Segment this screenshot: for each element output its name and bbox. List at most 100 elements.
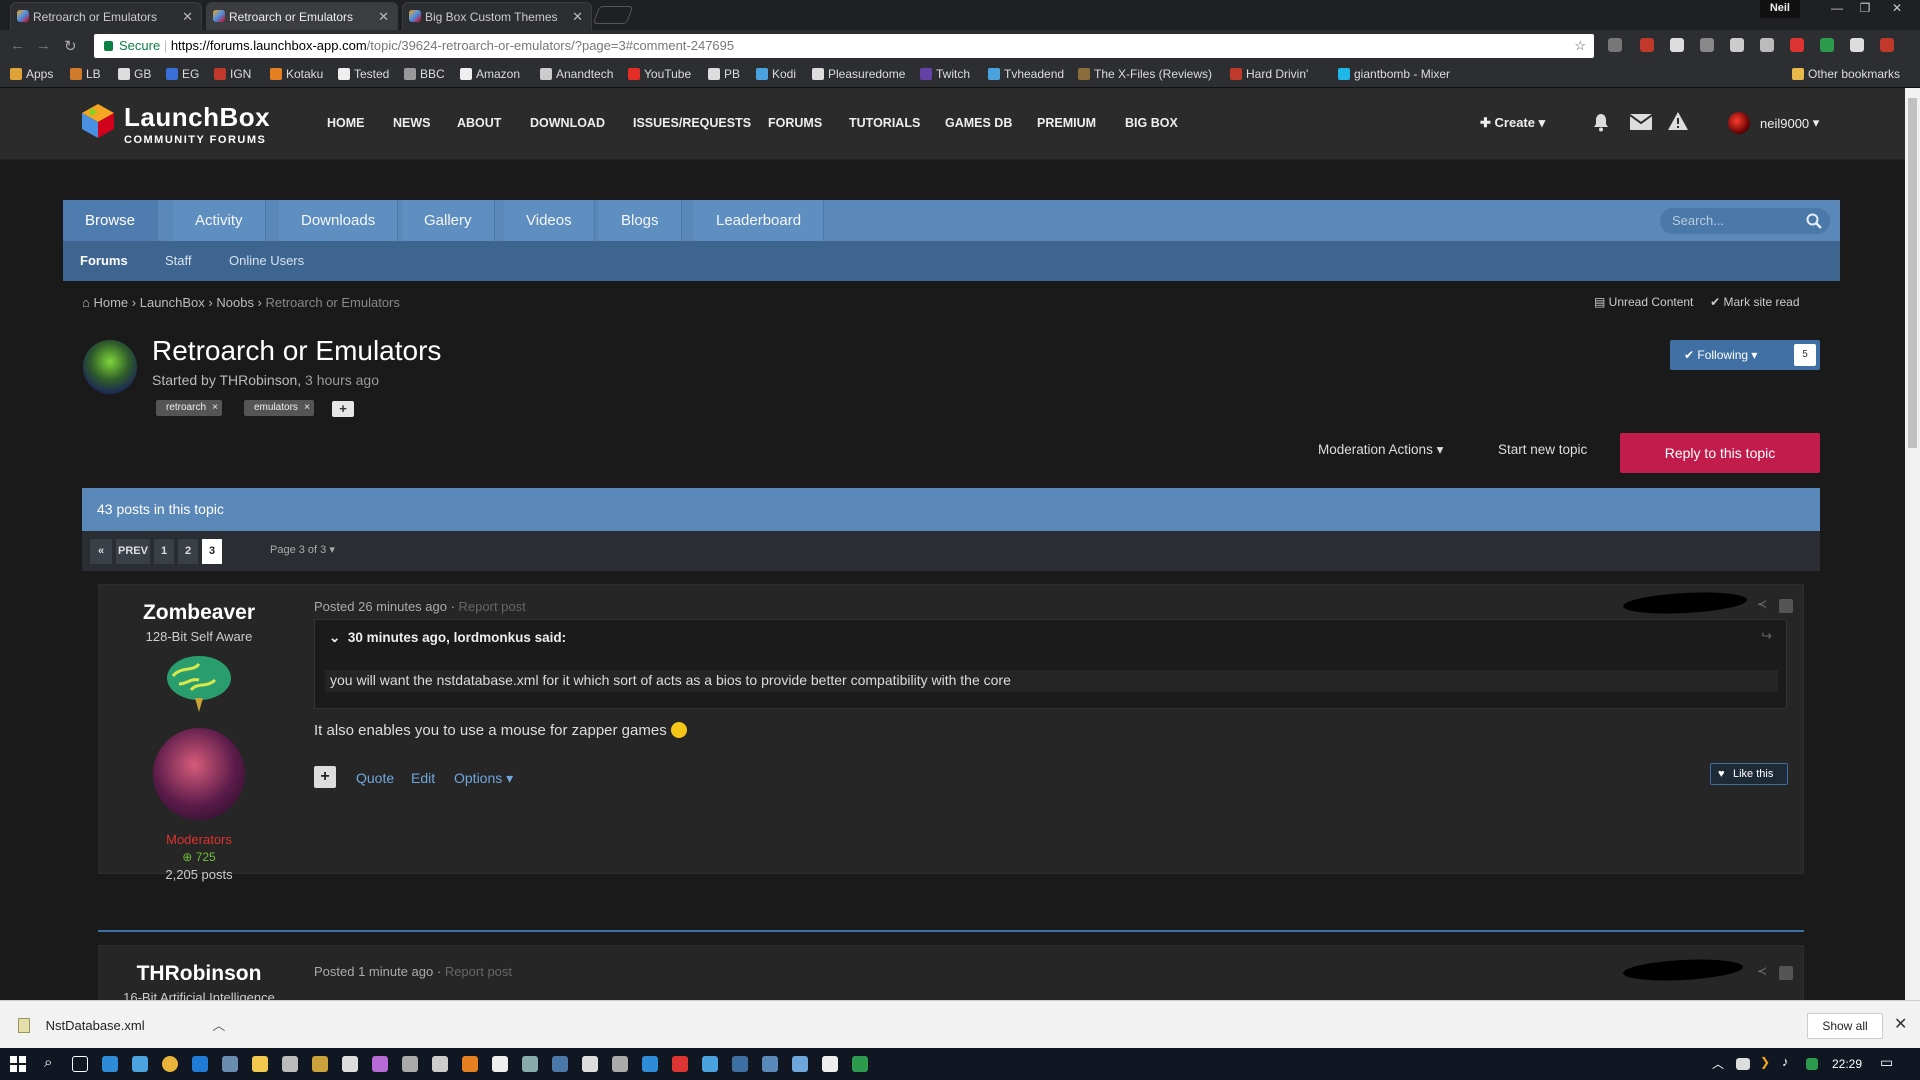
breadcrumb-noobs[interactable]: Noobs	[216, 295, 254, 310]
browser-tab[interactable]: Big Box Custom Themes ✕	[402, 2, 592, 30]
address-bar[interactable]: Secure | https://forums.launchbox-app.co…	[94, 34, 1594, 58]
bookmark[interactable]: YouTube	[628, 67, 691, 81]
nav-forums[interactable]: FORUMS	[768, 116, 822, 130]
browser-tab[interactable]: Retroarch or Emulators ✕	[10, 2, 202, 30]
close-tab-icon[interactable]: ✕	[182, 9, 193, 25]
messages-envelope-icon[interactable]	[1630, 114, 1652, 130]
remove-tag-icon[interactable]: ×	[212, 400, 218, 416]
bookmark[interactable]: Tested	[338, 67, 389, 81]
nav-tutorials[interactable]: TUTORIALS	[849, 116, 920, 130]
chrome-icon[interactable]	[162, 1056, 178, 1072]
page-button[interactable]: 2	[178, 539, 198, 564]
bookmark[interactable]: Kotaku	[270, 67, 323, 81]
multiquote-plus-button[interactable]: +	[314, 766, 336, 788]
close-tab-icon[interactable]: ✕	[572, 9, 583, 25]
app-icon[interactable]	[732, 1056, 748, 1072]
nav-games-db[interactable]: GAMES DB	[945, 116, 1012, 130]
bookmark[interactable]: EG	[166, 67, 199, 81]
app-icon[interactable]	[762, 1056, 778, 1072]
close-tab-icon[interactable]: ✕	[378, 9, 389, 25]
subtab-staff[interactable]: Staff	[165, 253, 192, 268]
nav-big-box[interactable]: BIG BOX	[1125, 116, 1178, 130]
user-menu[interactable]: neil9000 ▾	[1728, 112, 1819, 134]
forward-icon[interactable]: →	[36, 37, 51, 54]
extension-icon[interactable]	[1608, 38, 1622, 52]
steam-icon[interactable]	[222, 1056, 238, 1072]
bookmark[interactable]: GB	[118, 67, 151, 81]
calendar-extension-icon[interactable]	[1790, 38, 1804, 52]
app-icon[interactable]	[672, 1056, 688, 1072]
close-downloads-icon[interactable]: ✕	[1894, 1014, 1907, 1034]
tab-leaderboard[interactable]: Leaderboard	[694, 200, 825, 241]
app-icon[interactable]	[342, 1056, 358, 1072]
author-name[interactable]: Zombeaver	[99, 601, 299, 625]
action-center-icon[interactable]: ▭	[1880, 1054, 1893, 1071]
extension-icon[interactable]	[1760, 38, 1774, 52]
launchbox-app-icon[interactable]	[132, 1056, 148, 1072]
app-icon[interactable]	[582, 1056, 598, 1072]
file-explorer-icon[interactable]	[252, 1056, 268, 1072]
app-icon[interactable]	[372, 1056, 388, 1072]
nav-issues[interactable]: ISSUES/REQUESTS	[633, 116, 751, 130]
post-select-checkbox[interactable]	[1779, 966, 1793, 980]
edit-button[interactable]: Edit	[411, 770, 435, 786]
quote-link-icon[interactable]: ↪	[1761, 628, 1772, 644]
search-icon[interactable]: ⌕	[44, 1054, 52, 1071]
chevron-up-icon[interactable]: ︿	[212, 1018, 225, 1033]
report-post-link[interactable]: Report post	[459, 599, 526, 614]
bookmark[interactable]: The X-Files (Reviews)	[1078, 67, 1212, 81]
edge-icon[interactable]	[192, 1056, 208, 1072]
author-avatar[interactable]	[153, 728, 245, 820]
bookmark-folder[interactable]: Other bookmarks	[1792, 67, 1900, 81]
close-window-icon[interactable]: ✕	[1884, 0, 1910, 18]
following-button[interactable]: ✔ Following ▾ 5	[1670, 340, 1820, 370]
page-jump-dropdown[interactable]: Page 3 of 3 ▾	[270, 543, 335, 556]
tab-downloads[interactable]: Downloads	[279, 200, 399, 241]
app-icon[interactable]	[522, 1056, 538, 1072]
tag-emulators[interactable]: emulators ×	[244, 400, 314, 416]
app-icon[interactable]	[552, 1056, 568, 1072]
gmail-extension-icon[interactable]	[1640, 38, 1654, 52]
add-tag-button[interactable]: +	[332, 401, 354, 417]
breadcrumb-launchbox[interactable]: LaunchBox	[140, 295, 205, 310]
moderation-actions-button[interactable]: Moderation Actions ▾	[1318, 442, 1443, 458]
tab-activity[interactable]: Activity	[173, 200, 266, 241]
network-icon[interactable]	[1736, 1058, 1750, 1070]
create-button[interactable]: ✚ Create ▾	[1480, 115, 1545, 131]
start-new-topic-button[interactable]: Start new topic	[1498, 442, 1587, 457]
search-input[interactable]: Search...	[1660, 208, 1830, 234]
back-icon[interactable]: ←	[10, 37, 25, 54]
tray-app-icon[interactable]: ❯	[1760, 1055, 1770, 1069]
bookmark[interactable]: giantbomb - Mixer	[1338, 67, 1450, 81]
nav-premium[interactable]: PREMIUM	[1037, 116, 1096, 130]
launchbox-logo[interactable]: LaunchBox COMMUNITY FORUMS	[80, 102, 270, 146]
store-icon[interactable]	[282, 1056, 298, 1072]
prev-page-button[interactable]: PREV	[116, 539, 150, 564]
browser-tab-active[interactable]: Retroarch or Emulators ✕	[206, 2, 398, 30]
report-post-link[interactable]: Report post	[445, 964, 512, 979]
extension-icon[interactable]	[1730, 38, 1744, 52]
tab-gallery[interactable]: Gallery	[402, 200, 495, 241]
drive-tray-icon[interactable]	[1806, 1058, 1818, 1070]
nav-about[interactable]: ABOUT	[457, 116, 501, 130]
collapse-quote-icon[interactable]: ⌄	[329, 630, 340, 645]
extension-icon[interactable]	[1850, 38, 1864, 52]
page-scrollbar[interactable]	[1905, 88, 1920, 1000]
topic-author-avatar[interactable]	[83, 340, 137, 394]
author-name[interactable]: THRobinson	[99, 962, 299, 986]
tab-blogs[interactable]: Blogs	[599, 200, 682, 241]
nav-news[interactable]: NEWS	[393, 116, 431, 130]
nav-download[interactable]: DOWNLOAD	[530, 116, 605, 130]
bookmark[interactable]: Hard Drivin'	[1230, 67, 1308, 81]
first-page-icon[interactable]: «	[90, 539, 112, 564]
download-item[interactable]: NstDatabase.xml ︿	[18, 1015, 225, 1034]
bookmark[interactable]: PB	[708, 67, 740, 81]
nav-home[interactable]: HOME	[327, 116, 365, 130]
tray-chevron-icon[interactable]: ︿	[1712, 1055, 1724, 1072]
search-icon[interactable]	[1806, 213, 1822, 229]
bookmark[interactable]: IGN	[214, 67, 251, 81]
windows-start-icon[interactable]	[10, 1056, 26, 1072]
bookmark[interactable]: Pleasuredome	[812, 67, 905, 81]
reply-button[interactable]: Reply to this topic	[1620, 433, 1820, 473]
tab-browse[interactable]: Browse	[63, 200, 159, 241]
